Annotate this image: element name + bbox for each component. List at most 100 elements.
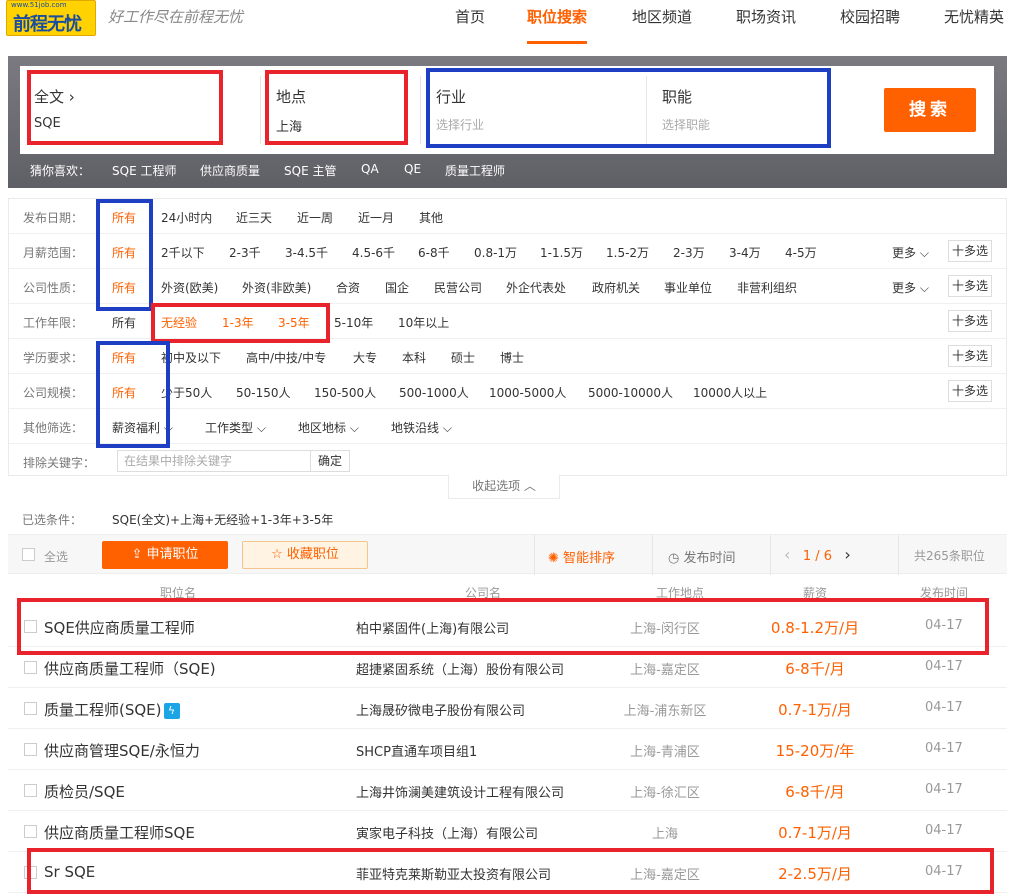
nav-job-search[interactable]: 职位搜索 (527, 0, 588, 48)
table-row[interactable]: 供应商质量工程师SQE 寅家电子科技（上海）有限公司 上海 0.7-1万/月 0… (8, 811, 1007, 852)
location-field[interactable]: 地点 上海 (262, 66, 420, 154)
company-name[interactable]: 上海晟矽微电子股份有限公司 (356, 700, 525, 719)
filter-option[interactable]: 高中/中技/中专 (246, 349, 326, 366)
multi-select-button[interactable]: 十多选 (948, 380, 992, 402)
multi-select-button[interactable]: 十多选 (948, 275, 992, 297)
table-row[interactable]: 供应商质量工程师（SQE) 超捷紧固系统（上海）股份有限公司 上海-嘉定区 6-… (8, 647, 1007, 688)
table-row[interactable]: SQE供应商质量工程师 柏中紧固件(上海)有限公司 上海-闵行区 0.8-1.2… (8, 606, 1007, 647)
filter-option[interactable]: 2-3万 (673, 244, 705, 261)
filter-option[interactable]: 50-150人 (236, 384, 291, 401)
row-checkbox[interactable] (24, 620, 37, 633)
metro-dropdown[interactable]: 地铁沿线 ⌵ (391, 419, 452, 436)
more-dropdown[interactable]: 更多 ⌵ (892, 279, 929, 296)
table-row[interactable]: Sr SQE 菲亚特克莱斯勒亚太投资有限公司 上海-嘉定区 2-2.5万/月 0… (8, 852, 1007, 893)
table-row[interactable]: 质检员/SQE 上海井饰澜美建筑设计工程有限公司 上海-徐汇区 6-8千/月 0… (8, 770, 1007, 811)
filter-option[interactable]: 2千以下 (161, 244, 205, 261)
company-name[interactable]: 菲亚特克莱斯勒亚太投资有限公司 (356, 864, 551, 883)
guess-item[interactable]: SQE 工程师 (112, 162, 176, 179)
filter-option[interactable]: 外资(非欧美) (242, 279, 311, 296)
filter-option[interactable]: 外企代表处 (506, 279, 566, 296)
exclude-confirm-button[interactable]: 确定 (310, 450, 350, 472)
company-name[interactable]: 寅家电子科技（上海）有限公司 (356, 823, 538, 842)
filter-option[interactable]: 初中及以下 (161, 349, 221, 366)
benefits-dropdown[interactable]: 薪资福利 ⌵ (112, 419, 173, 436)
filter-option[interactable]: 政府机关 (592, 279, 640, 296)
guess-item[interactable]: SQE 主管 (284, 162, 336, 179)
filter-option[interactable]: 5000-10000人 (588, 384, 673, 401)
fulltext-field[interactable]: 全文 › SQE (20, 66, 260, 154)
company-name[interactable]: 柏中紧固件(上海)有限公司 (356, 618, 509, 637)
nav-home[interactable]: 首页 (455, 0, 485, 48)
industry-field[interactable]: 行业 选择行业 (422, 66, 646, 154)
filter-option[interactable]: 3-4万 (729, 244, 761, 261)
filter-option[interactable]: 1000-5000人 (489, 384, 566, 401)
filter-option[interactable]: 合资 (336, 279, 360, 296)
job-title[interactable]: 供应商管理SQE/永恒力 (44, 740, 200, 761)
job-title[interactable]: 质量工程师(SQE) ϟ (44, 699, 180, 720)
filter-option[interactable]: 24小时内 (161, 209, 212, 226)
nav-campus[interactable]: 校园招聘 (840, 0, 900, 48)
nav-career-news[interactable]: 职场资讯 (736, 0, 796, 48)
favorite-job-button[interactable]: ☆ 收藏职位 (242, 541, 368, 569)
filter-option[interactable]: 近一周 (297, 209, 333, 226)
filter-option[interactable]: 所有 (112, 349, 136, 366)
filter-option[interactable]: 博士 (500, 349, 524, 366)
nav-region[interactable]: 地区频道 (632, 0, 692, 48)
company-name[interactable]: 超捷紧固系统（上海）股份有限公司 (356, 659, 564, 678)
select-all-checkbox[interactable] (22, 548, 35, 561)
filter-option[interactable]: 10年以上 (398, 314, 449, 331)
filter-option[interactable]: 近一月 (358, 209, 394, 226)
filter-option[interactable]: 外资(欧美) (161, 279, 218, 296)
filter-option[interactable]: 非营利组织 (737, 279, 797, 296)
guess-item[interactable]: QE (404, 162, 421, 176)
filter-option[interactable]: 500-1000人 (399, 384, 469, 401)
row-checkbox[interactable] (24, 825, 37, 838)
job-title[interactable]: 供应商质量工程师SQE (44, 822, 195, 843)
filter-option[interactable]: 6-8千 (418, 244, 450, 261)
row-checkbox[interactable] (24, 784, 37, 797)
apply-job-button[interactable]: ⇪ 申请职位 (102, 541, 228, 569)
job-title[interactable]: SQE供应商质量工程师 (44, 617, 195, 638)
filter-option[interactable]: 5-10年 (334, 314, 373, 331)
filter-option[interactable]: 所有 (112, 279, 136, 296)
collapse-options-button[interactable]: 收起选项 ︿ (448, 475, 560, 499)
filter-option[interactable]: 1-3年 (222, 314, 254, 331)
filter-option[interactable]: 4.5-6千 (352, 244, 395, 261)
job-type-dropdown[interactable]: 工作类型 ⌵ (205, 419, 266, 436)
row-checkbox[interactable] (24, 866, 37, 879)
filter-option[interactable]: 少于50人 (161, 384, 212, 401)
filter-option[interactable]: 民营公司 (434, 279, 482, 296)
chevron-right-icon[interactable]: › (844, 545, 850, 564)
filter-option[interactable]: 150-500人 (314, 384, 376, 401)
nav-elite[interactable]: 无忧精英 (944, 0, 1004, 48)
guess-item[interactable]: 质量工程师 (445, 162, 505, 179)
guess-item[interactable]: 供应商质量 (200, 162, 260, 179)
search-button[interactable]: 搜索 (884, 88, 976, 132)
job-title[interactable]: 质检员/SQE (44, 781, 125, 802)
row-checkbox[interactable] (24, 702, 37, 715)
multi-select-button[interactable]: 十多选 (948, 310, 992, 332)
filter-option[interactable]: 10000人以上 (693, 384, 767, 401)
landmark-dropdown[interactable]: 地区地标 ⌵ (298, 419, 359, 436)
company-name[interactable]: 上海井饰澜美建筑设计工程有限公司 (356, 782, 564, 801)
table-row[interactable]: 供应商管理SQE/永恒力 SHCP直通车项目组1 上海-青浦区 15-20万/年… (8, 729, 1007, 770)
filter-option[interactable]: 所有 (112, 384, 136, 401)
more-dropdown[interactable]: 更多 ⌵ (892, 244, 929, 261)
filter-option[interactable]: 0.8-1万 (474, 244, 517, 261)
multi-select-button[interactable]: 十多选 (948, 240, 992, 262)
filter-option[interactable]: 事业单位 (664, 279, 712, 296)
job-title[interactable]: 供应商质量工程师（SQE) (44, 658, 216, 679)
filter-option[interactable]: 本科 (402, 349, 426, 366)
filter-option[interactable]: 所有 (112, 209, 136, 226)
chevron-left-icon[interactable]: ‹ (784, 545, 790, 564)
smart-sort-button[interactable]: ✺ 智能排序 (548, 547, 615, 566)
exclude-keyword-input[interactable]: 在结果中排除关键字 (117, 450, 311, 472)
filter-option[interactable]: 1-1.5万 (540, 244, 583, 261)
filter-option[interactable]: 国企 (385, 279, 409, 296)
job-title[interactable]: Sr SQE (44, 863, 95, 881)
filter-option[interactable]: 4-5万 (785, 244, 817, 261)
filter-option[interactable]: 硕士 (451, 349, 475, 366)
filter-option[interactable]: 大专 (353, 349, 377, 366)
sort-by-time-button[interactable]: ◷ 发布时间 (668, 547, 736, 566)
filter-option[interactable]: 所有 (112, 314, 136, 331)
